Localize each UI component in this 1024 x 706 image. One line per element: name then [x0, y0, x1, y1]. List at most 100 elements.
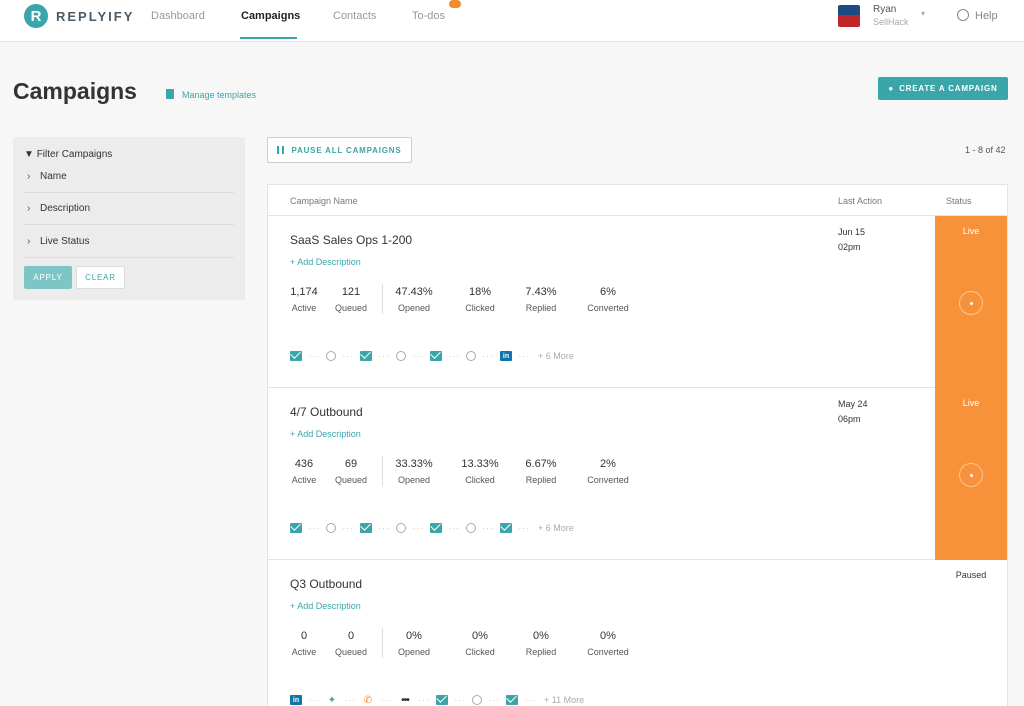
status-toggle-icon[interactable] [959, 291, 983, 315]
step-connector: ··· [518, 351, 530, 361]
brand-mark-icon: R [24, 4, 48, 28]
stat-label: Converted [587, 647, 629, 657]
filter-row-label: Live Status [40, 236, 90, 247]
help-icon[interactable] [957, 9, 969, 21]
stat-label: Clicked [465, 647, 495, 657]
stat-value: 121 [341, 286, 361, 298]
clock-icon [326, 523, 336, 533]
phone-icon: ✆ [363, 694, 373, 706]
nav-contacts[interactable]: Contacts [333, 10, 376, 22]
step-connector: ··· [482, 351, 494, 361]
column-header-status[interactable]: Status [946, 196, 972, 206]
step-connector: ··· [308, 351, 320, 361]
filter-row-description[interactable]: › Description [24, 193, 234, 225]
add-description-link[interactable]: + Add Description [290, 601, 361, 611]
stat-value: 0% [472, 630, 488, 642]
campaign-steps: in ··· ✦ ··· ✆ ··· ••• ··· ··· ··· ··· + 11 More [290, 694, 584, 706]
filter-row-live-status[interactable]: › Live Status [24, 226, 234, 258]
status-toggle-icon[interactable] [959, 463, 983, 487]
status-badge: Live [962, 226, 980, 236]
last-action-date: May 24 [838, 399, 868, 409]
pause-all-campaigns-button[interactable]: PAUSE ALL CAMPAIGNS [267, 137, 412, 163]
stat-label: Active [291, 647, 317, 657]
stat-value: 0 [300, 630, 308, 642]
campaign-row[interactable]: SaaS Sales Ops 1-200 + Add Description 1,1… [268, 216, 1007, 388]
stats-divider [382, 456, 383, 486]
stat-label: Replied [525, 647, 557, 657]
stat-label: Replied [525, 303, 557, 313]
top-nav: R REPLYIFY Dashboard Campaigns Contacts … [0, 0, 1024, 42]
chevron-down-icon[interactable]: ▾ [921, 9, 925, 18]
mail-icon [290, 351, 302, 361]
stat-value: 69 [344, 458, 358, 470]
column-header-name[interactable]: Campaign Name [290, 196, 358, 206]
mail-icon [506, 695, 518, 705]
add-description-link[interactable]: + Add Description [290, 429, 361, 439]
nav-todos[interactable]: To-dos [412, 10, 445, 22]
step-connector: ··· [524, 695, 536, 705]
status-badge: Live [962, 398, 980, 408]
campaign-row[interactable]: 4/7 Outbound + Add Description 436 Active 69… [268, 388, 1007, 560]
brand-logo[interactable]: R REPLYIFY [24, 4, 134, 28]
brand-name: REPLYIFY [56, 8, 135, 24]
mail-icon [430, 351, 442, 361]
stat-value: 13.33% [461, 458, 499, 470]
page-title: Campaigns [13, 78, 137, 104]
stat-value: 436 [294, 458, 314, 470]
status-live-panel[interactable]: Live [935, 216, 1007, 388]
step-connector: ··· [378, 351, 390, 361]
clock-icon [396, 351, 406, 361]
more-steps-link[interactable]: + 11 More [544, 695, 584, 705]
user-org: SellHack [873, 17, 909, 27]
stat-value: 6.67% [525, 458, 557, 470]
campaign-name[interactable]: 4/7 Outbound [290, 405, 363, 419]
stats-divider [382, 284, 383, 314]
clear-button[interactable]: CLEAR [76, 266, 125, 289]
mail-icon [360, 351, 372, 361]
stat-label: Converted [587, 475, 629, 485]
step-connector: ··· [454, 695, 466, 705]
step-connector: ··· [342, 351, 354, 361]
stat-value: 0% [600, 630, 616, 642]
stat-value: 33.33% [395, 458, 433, 470]
step-connector: ··· [342, 523, 354, 533]
step-connector: ··· [488, 695, 500, 705]
campaign-row[interactable]: Q3 Outbound + Add Description 0 Active 0 Queu… [268, 560, 1007, 706]
twitter-icon: ✦ [327, 694, 337, 706]
filter-row-name[interactable]: › Name [24, 161, 234, 193]
avatar[interactable] [838, 5, 860, 27]
mail-icon [430, 523, 442, 533]
filter-panel: ▼ Filter Campaigns › Name › Description … [13, 137, 245, 300]
more-steps-link[interactable]: + 6 More [538, 523, 574, 533]
help-link[interactable]: Help [975, 10, 998, 22]
pagination-info: 1 - 8 of 42 [965, 145, 1006, 155]
step-connector: ··· [344, 695, 356, 705]
nav-campaigns[interactable]: Campaigns [241, 10, 300, 22]
nav-dashboard[interactable]: Dashboard [151, 10, 205, 22]
filter-row-label: Name [40, 171, 67, 182]
create-campaign-button[interactable]: ● CREATE A CAMPAIGN [878, 77, 1008, 100]
last-action: May 24 06pm [838, 397, 868, 427]
column-header-last-action[interactable]: Last Action [838, 196, 882, 206]
stat-label: Clicked [465, 475, 495, 485]
stat-label: Clicked [465, 303, 495, 313]
user-name[interactable]: Ryan [873, 4, 896, 15]
clock-icon [396, 523, 406, 533]
status-badge[interactable]: Paused [935, 570, 1007, 580]
mail-icon [290, 523, 302, 533]
stat-label: Queued [334, 647, 368, 657]
clock-icon [466, 351, 476, 361]
pause-icon [277, 146, 285, 154]
stat-label: Active [291, 475, 317, 485]
apply-button[interactable]: APPLY [24, 266, 72, 289]
manage-templates-link[interactable]: Manage templates [182, 90, 256, 100]
step-connector: ··· [412, 523, 424, 533]
stat-label: Queued [334, 303, 368, 313]
more-steps-link[interactable]: + 6 More [538, 351, 574, 361]
status-live-panel[interactable]: Live [935, 388, 1007, 560]
chevron-right-icon: › [27, 203, 31, 214]
step-connector: ··· [482, 523, 494, 533]
campaign-name[interactable]: Q3 Outbound [290, 577, 362, 591]
add-description-link[interactable]: + Add Description [290, 257, 361, 267]
campaign-name[interactable]: SaaS Sales Ops 1-200 [290, 233, 412, 247]
